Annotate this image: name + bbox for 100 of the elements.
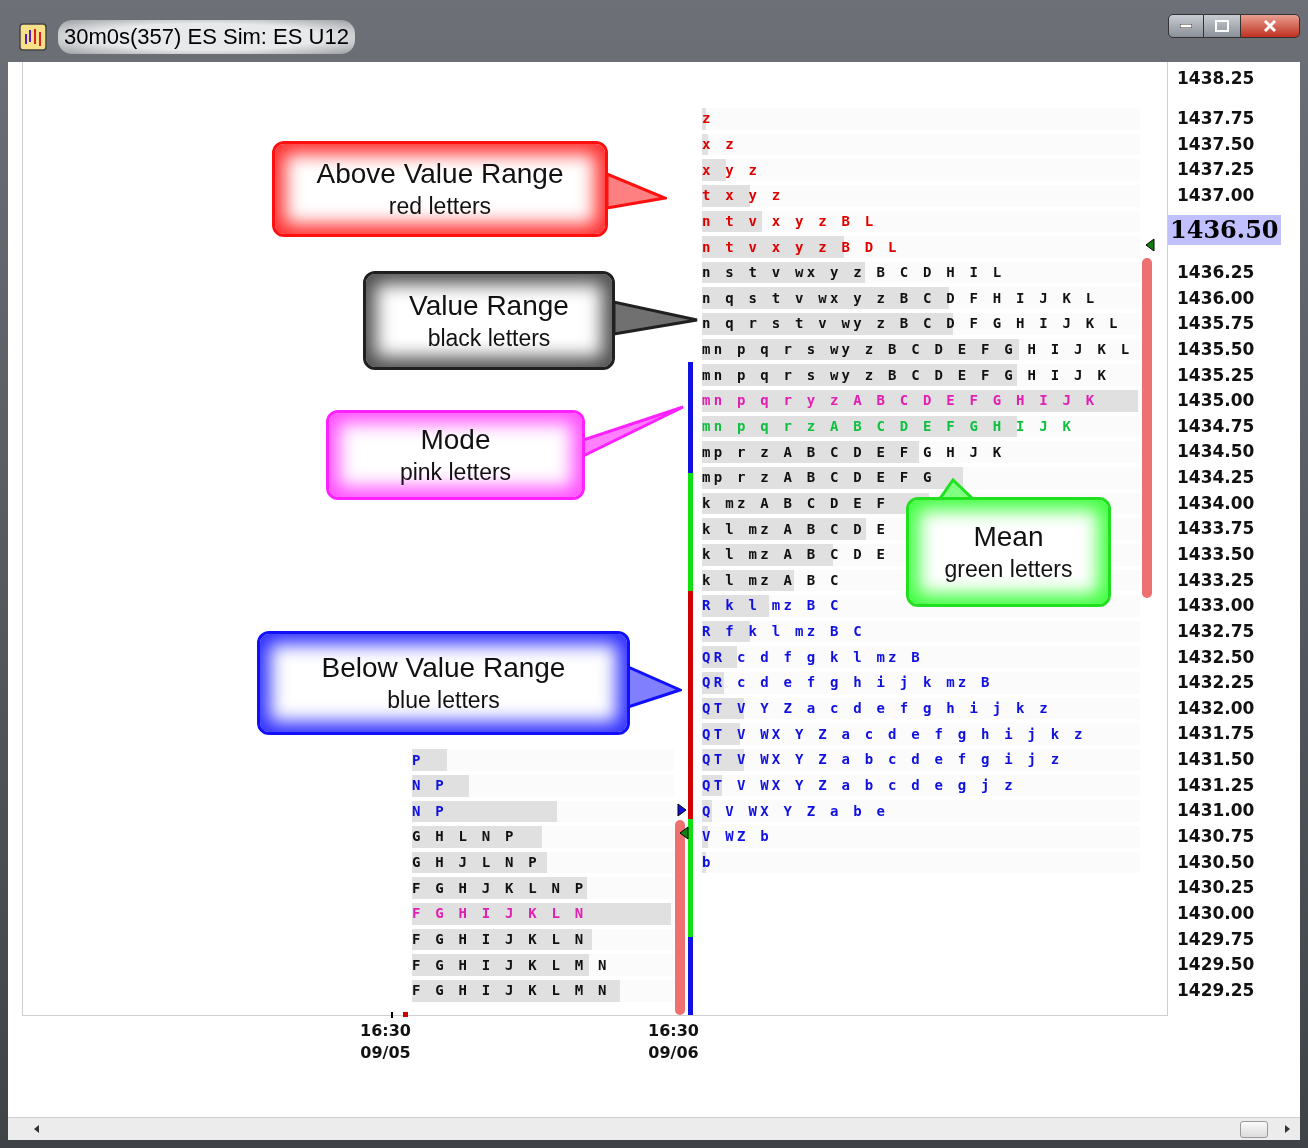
callout-title: Below Value Range (321, 651, 566, 685)
price-label: 1431.75 (1177, 722, 1255, 746)
price-label: 1435.50 (1177, 337, 1255, 361)
profile-letters: mn p q r s wy z B C D E F G H I J K (702, 365, 1109, 385)
profile-letters: QT V WX Y Z a b c d e f g i j z (702, 750, 1063, 770)
price-label: 1434.00 (1177, 491, 1255, 515)
profile-letters: n s t v wx y z B C D H I L (702, 263, 1005, 283)
maximize-icon (1215, 20, 1229, 32)
price-label: 1430.00 (1177, 901, 1255, 925)
profile-letters: G H L N P (412, 827, 517, 847)
date-label: 09/06 (648, 1042, 699, 1064)
callout-title: Mean (973, 520, 1044, 554)
price-label: 1432.25 (1177, 671, 1255, 695)
time-label: 16:30 (360, 1020, 411, 1042)
price-label: 1433.25 (1177, 568, 1255, 592)
profile-letters: z (702, 109, 714, 129)
price-label: 1432.50 (1177, 645, 1255, 669)
session-marker (403, 1012, 408, 1017)
chart-app-icon (18, 22, 48, 52)
callout-subtitle: red letters (388, 192, 492, 221)
profile-letters: Q V WX Y Z a b e (702, 801, 889, 821)
profile-letters: n t v x y z B D L (702, 237, 900, 257)
profile-letters: F G H I J K L M N (412, 981, 610, 1001)
profile-letters: QT V WX Y Z a b c d e g j z (702, 775, 1016, 795)
profile-letters: t x y z (702, 186, 784, 206)
time-tick (391, 1012, 393, 1018)
price-label: 1435.25 (1177, 363, 1255, 387)
maximize-button[interactable] (1204, 14, 1240, 38)
time-label: 16:30 (648, 1020, 699, 1042)
price-label: 1435.75 (1177, 312, 1255, 336)
profile-letters: k mz A B C D E F (702, 493, 889, 513)
close-icon (1263, 20, 1277, 32)
close-button[interactable] (1240, 14, 1300, 38)
profile-letters: mp r z A B C D E F G H J K (702, 442, 1005, 462)
minimize-button[interactable] (1168, 14, 1204, 38)
price-label: 1431.50 (1177, 748, 1255, 772)
scroll-right-icon[interactable] (1282, 1124, 1292, 1134)
price-label: 1434.25 (1177, 466, 1255, 490)
current-price-label: 1436.50 (1168, 215, 1281, 245)
price-label: 1429.75 (1177, 927, 1255, 951)
triangle-marker-icon (677, 803, 687, 817)
window-title: 30m0s(357) ES Sim: ES U12 (64, 24, 349, 49)
callout-subtitle: blue letters (387, 686, 500, 715)
profile-letters: V WZ b (702, 827, 772, 847)
price-label: 1437.25 (1177, 158, 1255, 182)
profile-letters: n q s t v wx y z B C D F H I J K L (702, 288, 1098, 308)
profile-letters: mn p q r s wy z B C D E F G H I J K L (702, 340, 1133, 360)
profile-letters: mn p q r z A B C D E F G H I J K (702, 417, 1075, 436)
price-label: 1437.50 (1177, 132, 1255, 156)
horizontal-scrollbar[interactable] (8, 1117, 1300, 1140)
price-label: 1430.50 (1177, 850, 1255, 874)
profile-letters: n t v x y z B L (702, 211, 877, 231)
price-label: 1438.25 (1177, 69, 1255, 87)
price-label: 1437.75 (1177, 107, 1255, 131)
profile-letters: QT V Y Z a c d e f g h i j k z (702, 699, 1051, 719)
price-label: 1433.00 (1177, 594, 1255, 618)
callout-subtitle: black letters (427, 323, 551, 353)
triangle-marker-icon (679, 826, 689, 840)
callout-subtitle: pink letters (399, 458, 512, 487)
price-label: 1434.75 (1177, 414, 1255, 438)
profile-letters: x z (702, 134, 737, 154)
callout-subtitle: green letters (944, 555, 1073, 584)
price-label: 1430.25 (1177, 876, 1255, 900)
profile-letters: k l mz A B C (702, 570, 842, 590)
profile-letters: P (412, 750, 424, 770)
price-label: 1432.75 (1177, 619, 1255, 643)
profile-letters: R f k l mz B C (702, 622, 865, 642)
profile-letters: F G H I J K L M N (412, 955, 610, 975)
price-label: 1429.50 (1177, 953, 1255, 977)
price-label: 1432.00 (1177, 696, 1255, 720)
price-label: 1435.00 (1177, 389, 1255, 413)
price-label: 1433.50 (1177, 543, 1255, 566)
scroll-left-icon[interactable] (32, 1124, 42, 1134)
price-label: 1430.75 (1177, 825, 1255, 849)
callout-title: Mode (420, 423, 491, 457)
profile-letters: F G H I J K L N (412, 904, 587, 924)
price-label: 1431.25 (1177, 773, 1255, 797)
profile-letters: F G H I J K L N (412, 930, 587, 950)
price-label: 1437.00 (1177, 184, 1255, 207)
profile-letters: x y z (702, 160, 761, 180)
price-label: 1436.00 (1177, 286, 1255, 310)
profile-letters: F G H J K L N P (412, 878, 587, 898)
profile-letters: b (702, 852, 714, 872)
profile-letters: G H J L N P (412, 853, 540, 873)
price-label: 1436.25 (1177, 260, 1255, 284)
callout-title: Above Value Range (316, 157, 564, 191)
price-label: 1434.50 (1177, 440, 1255, 464)
scrollbar-thumb[interactable] (1240, 1120, 1268, 1138)
triangle-marker-icon (1145, 238, 1155, 252)
price-label: 1431.00 (1177, 799, 1255, 823)
minimize-icon (1180, 24, 1192, 28)
profile-letters: n q r s t v wy z B C D F G H I J K L (702, 314, 1121, 334)
date-label: 09/05 (360, 1042, 411, 1064)
profile-letters: QR c d e f g h i j k mz B (702, 673, 993, 693)
profile-letters: N P (412, 801, 447, 821)
profile-letters: QR c d f g k l mz B (702, 647, 923, 667)
price-label: 1429.25 (1177, 978, 1255, 1002)
profile-letters: k l mz A B C D E (702, 545, 889, 565)
profile-letters: mp r z A B C D E F G (702, 468, 935, 488)
profile-letters: k l mz A B C D E (702, 519, 889, 539)
